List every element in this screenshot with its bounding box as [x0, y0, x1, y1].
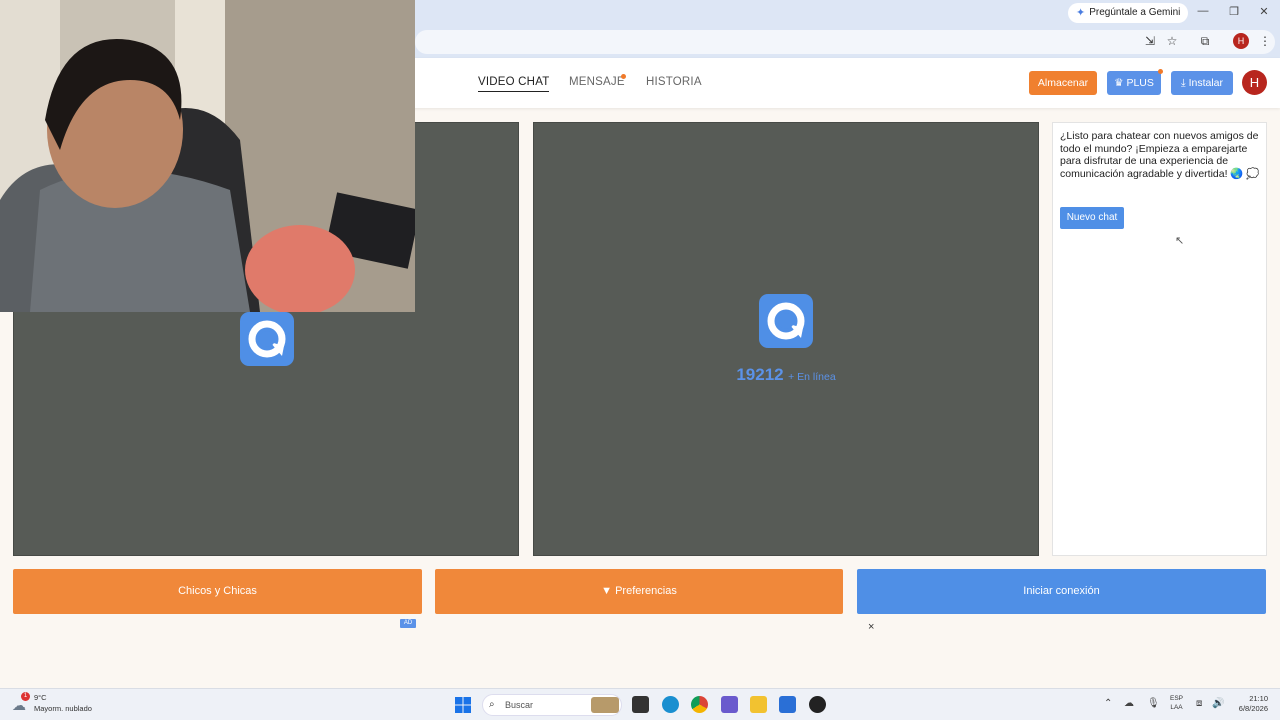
- app-logo-icon: [759, 294, 813, 348]
- mouse-cursor-icon: ↖: [1175, 235, 1185, 247]
- windows-start-icon[interactable]: [455, 697, 471, 713]
- app-logo-icon: [240, 312, 294, 366]
- start-connection-button[interactable]: Iniciar conexión: [857, 569, 1266, 614]
- edge-icon[interactable]: [662, 696, 679, 713]
- ask-gemini-button[interactable]: ✦ Pregúntale a Gemini: [1068, 3, 1189, 23]
- close-window-icon[interactable]: ✕: [1256, 5, 1272, 18]
- weather-temp: 9°C: [34, 693, 47, 702]
- preferences-button[interactable]: ▼ Preferencias: [435, 569, 843, 614]
- filter-icon: ▼: [601, 585, 616, 597]
- online-count: 19212: [736, 365, 784, 384]
- webcam-preview: [0, 0, 415, 312]
- gemini-icon: ✦: [1076, 7, 1086, 19]
- task-view-icon[interactable]: [632, 696, 649, 713]
- plus-button[interactable]: ♛ PLUS: [1107, 71, 1161, 95]
- volume-icon[interactable]: 🔊: [1212, 698, 1224, 709]
- welcome-message: ¿Listo para chatear con nuevos amigos de…: [1060, 130, 1260, 180]
- weather-badge: 1: [21, 692, 30, 701]
- gemini-label: Pregúntale a Gemini: [1089, 7, 1181, 18]
- language-indicator[interactable]: ESP LAA: [1170, 694, 1183, 712]
- install-label: Instalar: [1188, 77, 1223, 89]
- search-highlight-image: [591, 697, 619, 713]
- user-avatar[interactable]: H: [1242, 70, 1267, 95]
- chrome-icon[interactable]: [691, 696, 708, 713]
- online-counter: 19212 + En línea: [534, 365, 1038, 385]
- clock-time: 21:10: [1249, 694, 1268, 703]
- remote-video-panel: 19212 + En línea: [533, 122, 1039, 556]
- app-icon[interactable]: [809, 696, 826, 713]
- onedrive-icon[interactable]: ☁: [1124, 698, 1134, 709]
- search-icon: ⌕: [489, 699, 495, 710]
- windows-taskbar: ☁ 1 9°C Mayorm. nublado ⌕ Buscar ⌃ ☁ 🎙 E…: [0, 688, 1280, 720]
- crown-icon: ♛: [1114, 77, 1127, 89]
- new-chat-button[interactable]: Nuevo chat: [1060, 207, 1124, 229]
- browser-menu-icon[interactable]: ⋮: [1257, 34, 1273, 48]
- extensions-icon[interactable]: ⧉: [1197, 34, 1213, 49]
- taskbar-search[interactable]: ⌕ Buscar: [482, 694, 622, 716]
- clock[interactable]: 21:10 6/8/2026: [1232, 694, 1268, 714]
- minimize-icon[interactable]: —: [1195, 5, 1211, 17]
- copilot-icon[interactable]: [721, 696, 738, 713]
- tray-chevron-icon[interactable]: ⌃: [1104, 698, 1112, 709]
- chat-panel: ¿Listo para chatear con nuevos amigos de…: [1052, 122, 1267, 556]
- plus-notification-dot: [1158, 69, 1163, 74]
- clock-date: 6/8/2026: [1238, 704, 1268, 713]
- restore-icon[interactable]: ❐: [1226, 5, 1242, 18]
- preferences-label: Preferencias: [615, 585, 677, 597]
- weather-desc: Mayorm. nublado: [34, 704, 92, 713]
- store-button[interactable]: Almacenar: [1029, 71, 1097, 95]
- install-button[interactable]: ⤓ Instalar: [1171, 71, 1233, 95]
- nav-mensaje[interactable]: MENSAJE: [569, 76, 625, 88]
- notification-dot: [621, 74, 626, 79]
- browser-profile-avatar[interactable]: H: [1233, 33, 1249, 49]
- lang-line2: LAA: [1170, 704, 1183, 711]
- online-label: + En línea: [788, 371, 836, 383]
- ad-close-button[interactable]: ×: [868, 621, 874, 633]
- lang-line1: ESP: [1170, 695, 1184, 702]
- download-icon: ⤓: [1181, 77, 1189, 89]
- install-app-icon[interactable]: ⇲: [1142, 34, 1158, 48]
- plus-label: PLUS: [1126, 77, 1154, 89]
- network-icon[interactable]: ⧈: [1196, 698, 1202, 709]
- ad-badge: AD: [400, 619, 416, 628]
- search-placeholder: Buscar: [505, 700, 534, 710]
- microphone-icon[interactable]: 🎙: [1147, 698, 1160, 709]
- store-app-icon[interactable]: [779, 696, 796, 713]
- bookmark-star-icon[interactable]: ☆: [1164, 34, 1180, 48]
- nav-video-chat[interactable]: VIDEO CHAT: [478, 76, 550, 92]
- gender-filter-button[interactable]: Chicos y Chicas: [13, 569, 422, 614]
- nav-historia[interactable]: HISTORIA: [646, 76, 702, 88]
- file-explorer-icon[interactable]: [750, 696, 767, 713]
